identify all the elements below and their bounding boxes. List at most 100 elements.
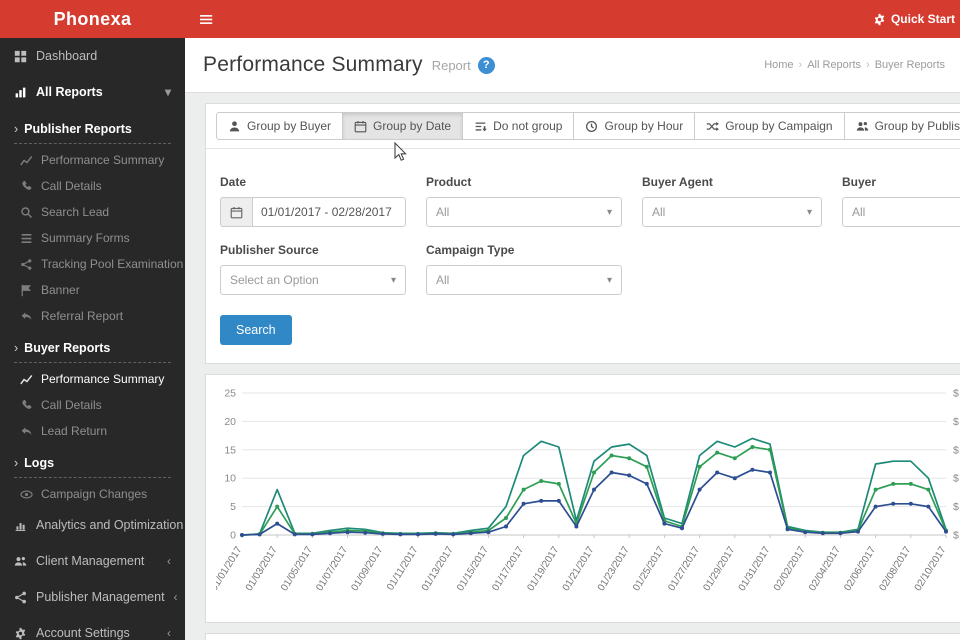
performance-chart: 0 $5 $10 $15 $20 $25 $01/01/2017 01/03/2017 01/0… (209, 388, 959, 594)
select-value: All (652, 205, 666, 219)
content-area: Group by Buyer Group by Date Do not group G… (185, 93, 960, 640)
svg-text:02/06/2017: 02/06/2017 (842, 544, 878, 593)
chevron-down-icon: ▾ (390, 274, 396, 286)
search-button[interactable]: Search (220, 315, 292, 345)
sidebar-section-publisher-reports[interactable]: › Publisher Reports (14, 112, 171, 144)
eye-icon (20, 488, 33, 501)
svg-text:01/03/2017: 01/03/2017 (244, 544, 280, 593)
forms-icon (20, 232, 33, 245)
svg-text:0: 0 (230, 530, 236, 542)
sidebar-item-label: Lead Return (41, 424, 108, 438)
sidebar-item-performance-summary[interactable]: Performance Summary (0, 366, 185, 392)
svg-text:01/23/2017: 01/23/2017 (596, 544, 632, 593)
sidebar-section-buyer-reports[interactable]: › Buyer Reports (14, 331, 171, 363)
breadcrumb-buyer-reports[interactable]: Buyer Reports (875, 59, 945, 71)
page-header: Performance Summary Report ? Home › All Re… (185, 38, 960, 93)
sidebar-item-call-details[interactable]: Call Details (0, 392, 185, 418)
sidebar-item-summary-forms[interactable]: Summary Forms (0, 225, 185, 251)
group-button-do-not-group[interactable]: Do not group (462, 112, 575, 140)
svg-text:01/11/2017: 01/11/2017 (385, 544, 421, 592)
breadcrumb-all-reports[interactable]: All Reports (807, 59, 861, 71)
filter-label: Buyer Agent (642, 175, 713, 189)
chevron-down-icon: ▾ (164, 85, 171, 99)
sidebar-item-banner[interactable]: Banner (0, 277, 185, 303)
filter-field-publisher-source: Publisher Source Select an Option ▾ (220, 243, 406, 295)
help-icon[interactable]: ? (477, 56, 495, 74)
chart-container: 0 $5 $10 $15 $20 $25 $01/01/2017 01/03/2017 01/0… (209, 385, 960, 620)
breadcrumb-separator: › (866, 59, 870, 71)
date-input[interactable] (252, 197, 406, 227)
group-button-group-by-publisher[interactable]: Group by Publisher (843, 112, 960, 140)
sidebar-item-client-management[interactable]: Client Management ‹ (0, 543, 185, 579)
filter-label: Buyer (842, 175, 877, 189)
sidebar-item-campaign-changes[interactable]: Campaign Changes (0, 481, 185, 507)
sidebar-section-logs[interactable]: › Logs (14, 446, 171, 478)
svg-text:01/21/2017: 01/21/2017 (561, 544, 597, 593)
sidebar-item-label: Tracking Pool Examination (41, 257, 184, 271)
sidebar-item-performance-summary[interactable]: Performance Summary (0, 147, 185, 173)
clock-icon (585, 120, 598, 133)
filter-row: DateProductAll▾Buyer AgentAll▾BuyerAll▾ (220, 175, 960, 227)
chevron-left-icon: ‹ (167, 554, 171, 568)
sidebar-item-label: Performance Summary (41, 153, 165, 167)
group-buttons: Group by Buyer Group by Date Do not group G… (206, 104, 960, 149)
angle-right-icon: › (14, 456, 19, 470)
svg-text:02/02/2017: 02/02/2017 (772, 544, 808, 593)
calendar-icon (354, 120, 367, 133)
banner-icon (20, 284, 33, 297)
page-subtitle: Report (431, 57, 471, 73)
chart-panel: 0 $5 $10 $15 $20 $25 $01/01/2017 01/03/2017 01/0… (205, 374, 960, 623)
svg-text:$: $ (953, 388, 959, 400)
filter-label: Campaign Type (426, 243, 515, 257)
sidebar-item-referral-report[interactable]: Referral Report (0, 303, 185, 329)
quick-start-button[interactable]: Quick Start (873, 12, 960, 26)
sidebar-item-account-settings[interactable]: Account Settings ‹ (0, 615, 185, 640)
sidebar-item-label: Client Management (36, 554, 145, 568)
performance-icon (20, 154, 33, 167)
sidebar-item-label: Banner (41, 283, 80, 297)
svg-text:15: 15 (224, 444, 236, 456)
tracking-icon (20, 258, 33, 271)
buyer-select[interactable]: All▾ (842, 197, 960, 227)
buyer-agent-select[interactable]: All ▾ (642, 197, 822, 227)
select-value: All (436, 273, 450, 287)
svg-text:01/13/2017: 01/13/2017 (420, 544, 456, 593)
brand-logo[interactable]: Phonexa (0, 9, 185, 30)
group-button-group-by-campaign[interactable]: Group by Campaign (694, 112, 845, 140)
sidebar-item-lead-return[interactable]: Lead Return (0, 418, 185, 444)
calendar-addon[interactable] (220, 197, 252, 227)
sidebar-item-analytics-and-optimization[interactable]: Analytics and Optimization‹ (0, 507, 185, 543)
search-icon (20, 206, 33, 219)
sidebar-item-all-reports[interactable]: All Reports ▾ (0, 74, 185, 110)
group-button-label: Group by Date (373, 119, 452, 133)
breadcrumb-home[interactable]: Home (764, 59, 793, 71)
sidebar-item-search-lead[interactable]: Search Lead (0, 199, 185, 225)
sidebar-item-label: Performance Summary (41, 372, 165, 386)
svg-text:01/09/2017: 01/09/2017 (349, 544, 385, 593)
sidebar-item-label: Publisher Management (36, 590, 165, 604)
svg-text:01/15/2017: 01/15/2017 (455, 544, 491, 593)
group-button-group-by-date[interactable]: Group by Date (342, 112, 464, 140)
group-button-label: Do not group (493, 119, 563, 133)
group-button-label: Group by Publisher (874, 119, 960, 133)
chevron-left-icon: ‹ (167, 626, 171, 640)
sidebar-item-call-details[interactable]: Call Details (0, 173, 185, 199)
campaign-type-select[interactable]: All ▾ (426, 265, 622, 295)
report-panel: Group by Buyer Group by Date Do not group G… (205, 103, 960, 364)
sidebar-item-dashboard[interactable]: Dashboard (0, 38, 185, 74)
sidebar-item-tracking-pool-examination[interactable]: Tracking Pool Examination (0, 251, 185, 277)
group-button-group-by-buyer[interactable]: Group by Buyer (216, 112, 344, 140)
product-select[interactable]: All ▾ (426, 197, 622, 227)
sidebar-item-publisher-management[interactable]: Publisher Management ‹ (0, 579, 185, 615)
group-button-label: Group by Hour (604, 119, 684, 133)
phone-icon (20, 180, 33, 193)
group-button-group-by-hour[interactable]: Group by Hour (573, 112, 696, 140)
sidebar-section-label: Publisher Reports (24, 122, 132, 136)
svg-text:01/07/2017: 01/07/2017 (314, 544, 350, 593)
hamburger-menu-icon[interactable] (185, 13, 228, 26)
publisher-source-select[interactable]: Select an Option ▾ (220, 265, 406, 295)
filter-field-buyer: Buyer All▾ (842, 175, 960, 227)
angle-right-icon: › (14, 122, 19, 136)
filter-field-buyer-agent: Buyer Agent All ▾ (642, 175, 822, 227)
filter-row: Publisher Source Select an Option ▾ Campaig… (220, 243, 960, 295)
